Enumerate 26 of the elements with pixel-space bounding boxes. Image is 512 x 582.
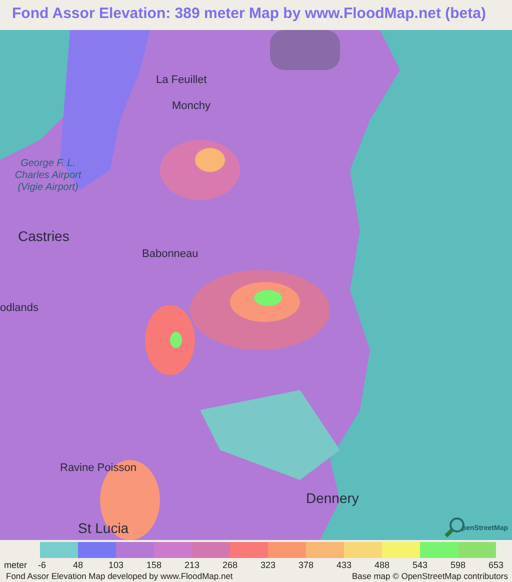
place-label: Ravine Poisson (60, 462, 136, 474)
legend-tick: -6 (36, 560, 47, 570)
legend-tick: 378 (297, 560, 315, 570)
legend-tick: 48 (72, 560, 84, 570)
legend-unit: meter (4, 560, 28, 570)
place-label: Babonneau (142, 248, 198, 260)
legend-tick: 653 (487, 560, 505, 570)
legend-tick: 488 (373, 560, 391, 570)
legend-tick: 543 (411, 560, 429, 570)
place-label: St Lucia (78, 520, 129, 536)
legend-tick: 158 (145, 560, 163, 570)
place-label: odlands (0, 302, 39, 314)
place-label: George F. L. Charles Airport (Vigie Airport) (14, 158, 82, 194)
legend-tick: 213 (183, 560, 201, 570)
legend-tick: 433 (335, 560, 353, 570)
place-label: Dennery (306, 490, 359, 506)
legend-tick: 598 (449, 560, 467, 570)
map-title: Fond Assor Elevation: 389 meter Map by www.FloodMap.net (beta) (11, 4, 487, 24)
place-label: La Feuillet (156, 74, 207, 86)
legend-tick: 103 (107, 560, 125, 570)
legend-tick: 268 (221, 560, 239, 570)
footer-credit: Fond Assor Elevation Map developed by www.FloodMap.net (6, 571, 233, 581)
legend-tick: 323 (259, 560, 277, 570)
footer-attribution: Base map © OpenStreetMap contributors (352, 571, 508, 581)
place-label: Castries (18, 228, 70, 244)
place-label: Monchy (172, 100, 211, 112)
